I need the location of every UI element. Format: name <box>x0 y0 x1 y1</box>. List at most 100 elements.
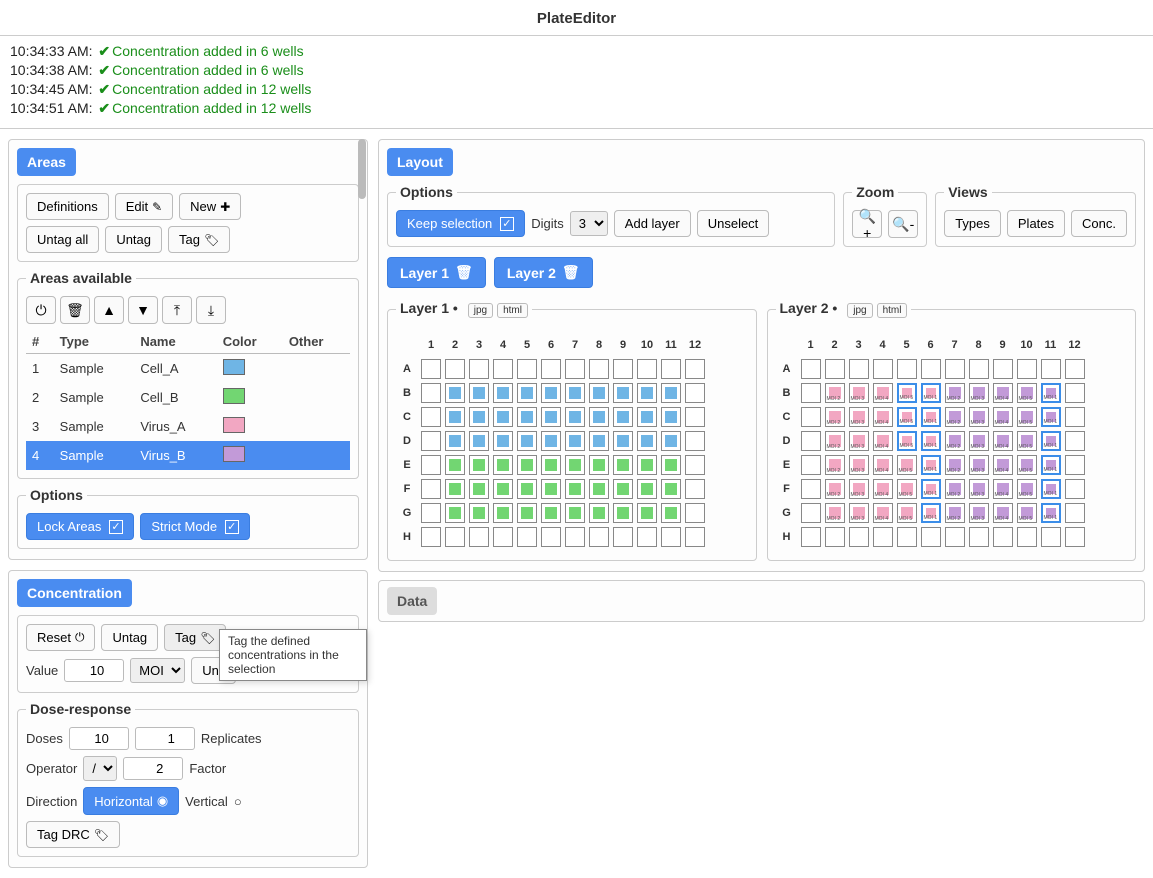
well[interactable]: MOI 3 <box>969 407 989 427</box>
tab-layer-2[interactable]: Layer 2🗑 <box>494 257 593 288</box>
well[interactable] <box>897 527 917 547</box>
well[interactable] <box>421 431 441 451</box>
well[interactable]: MOI 1 <box>921 455 941 475</box>
well[interactable] <box>541 431 561 451</box>
well[interactable] <box>613 479 633 499</box>
well[interactable] <box>565 455 585 475</box>
well[interactable] <box>661 383 681 403</box>
well[interactable] <box>825 527 845 547</box>
well[interactable] <box>541 359 561 379</box>
well[interactable] <box>445 455 465 475</box>
well[interactable]: MOI 2 <box>945 407 965 427</box>
well[interactable] <box>589 383 609 403</box>
operator-select[interactable]: / <box>83 756 117 781</box>
radio-unselected-icon[interactable]: ○ <box>234 794 242 809</box>
well[interactable]: MOI 4 <box>993 431 1013 451</box>
well[interactable]: MOI 4 <box>873 383 893 403</box>
well[interactable]: MOI 5 <box>1017 503 1037 523</box>
well[interactable] <box>469 503 489 523</box>
well[interactable] <box>517 455 537 475</box>
strict-mode-toggle[interactable]: Strict Mode <box>140 513 250 540</box>
well[interactable] <box>469 455 489 475</box>
well[interactable]: MOI 3 <box>969 431 989 451</box>
tag-drc-button[interactable]: Tag DRC 🏷 <box>26 821 120 848</box>
well[interactable] <box>1041 359 1061 379</box>
well[interactable]: MOI 3 <box>849 455 869 475</box>
well[interactable] <box>445 527 465 547</box>
well[interactable] <box>565 359 585 379</box>
well[interactable]: MOI 5 <box>897 479 917 499</box>
well[interactable] <box>565 527 585 547</box>
well[interactable] <box>849 359 869 379</box>
well[interactable] <box>613 407 633 427</box>
well[interactable]: MOI 4 <box>873 407 893 427</box>
well[interactable] <box>613 503 633 523</box>
power-button[interactable]: ⏻ <box>26 296 56 324</box>
well[interactable] <box>493 503 513 523</box>
move-up-button[interactable]: ▲ <box>94 296 124 324</box>
well[interactable]: MOI 4 <box>873 479 893 499</box>
well[interactable]: MOI 2 <box>945 455 965 475</box>
value-input[interactable] <box>64 659 124 682</box>
well[interactable]: MOI 1 <box>1041 455 1061 475</box>
view-types-button[interactable]: Types <box>944 210 1001 237</box>
edit-button[interactable]: Edit✎ <box>115 193 173 220</box>
well[interactable] <box>517 407 537 427</box>
well[interactable] <box>565 479 585 499</box>
well[interactable] <box>541 527 561 547</box>
well[interactable]: MOI 3 <box>849 383 869 403</box>
well[interactable]: MOI 4 <box>993 455 1013 475</box>
well[interactable] <box>469 359 489 379</box>
table-row[interactable]: 4SampleVirus_B <box>26 441 350 470</box>
well[interactable] <box>517 527 537 547</box>
well[interactable] <box>993 359 1013 379</box>
well[interactable] <box>493 527 513 547</box>
well[interactable]: MOI 5 <box>897 431 917 451</box>
well[interactable] <box>421 479 441 499</box>
well[interactable] <box>637 527 657 547</box>
well[interactable] <box>661 503 681 523</box>
well[interactable]: MOI 4 <box>993 383 1013 403</box>
well[interactable]: MOI 4 <box>873 503 893 523</box>
definitions-button[interactable]: Definitions <box>26 193 109 220</box>
table-row[interactable]: 1SampleCell_A <box>26 354 350 384</box>
well[interactable] <box>637 359 657 379</box>
well[interactable] <box>589 479 609 499</box>
data-header[interactable]: Data <box>387 587 437 615</box>
well[interactable] <box>613 527 633 547</box>
well[interactable] <box>801 527 821 547</box>
well[interactable]: MOI 3 <box>849 407 869 427</box>
conc-untag-button[interactable]: Untag <box>101 624 158 651</box>
well[interactable] <box>421 527 441 547</box>
well[interactable] <box>541 383 561 403</box>
well[interactable] <box>685 431 705 451</box>
well[interactable] <box>565 407 585 427</box>
well[interactable] <box>469 407 489 427</box>
well[interactable] <box>517 431 537 451</box>
well[interactable] <box>661 431 681 451</box>
well[interactable] <box>565 383 585 403</box>
well[interactable] <box>801 479 821 499</box>
well[interactable] <box>945 359 965 379</box>
well[interactable]: MOI 5 <box>1017 455 1037 475</box>
well[interactable] <box>661 479 681 499</box>
well[interactable] <box>589 431 609 451</box>
well[interactable] <box>661 407 681 427</box>
well[interactable] <box>661 455 681 475</box>
well[interactable] <box>1065 503 1085 523</box>
well[interactable] <box>1065 431 1085 451</box>
well[interactable] <box>421 455 441 475</box>
well[interactable] <box>685 503 705 523</box>
well[interactable]: MOI 1 <box>921 407 941 427</box>
well[interactable] <box>493 383 513 403</box>
well[interactable]: MOI 1 <box>1041 431 1061 451</box>
well[interactable] <box>517 383 537 403</box>
new-button[interactable]: New✚ <box>179 193 241 220</box>
digits-select[interactable]: 3 <box>570 211 608 236</box>
well[interactable]: MOI 2 <box>825 503 845 523</box>
well[interactable] <box>685 383 705 403</box>
well[interactable] <box>541 503 561 523</box>
well[interactable] <box>921 359 941 379</box>
well[interactable]: MOI 2 <box>945 479 965 499</box>
well[interactable]: MOI 5 <box>897 503 917 523</box>
